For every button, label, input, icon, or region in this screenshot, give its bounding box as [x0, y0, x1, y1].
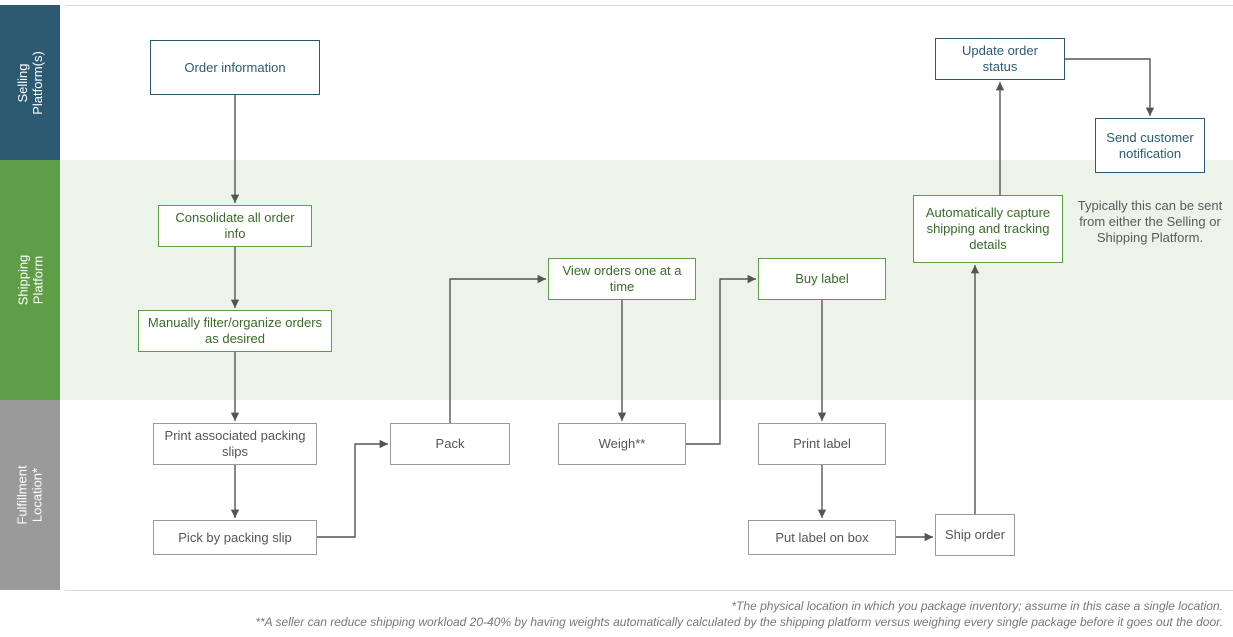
box-buy-label: Buy label: [758, 258, 886, 300]
lane-label-shipping: ShippingPlatform: [0, 160, 60, 400]
box-ship: Ship order: [935, 514, 1015, 556]
box-update: Update order status: [935, 38, 1065, 80]
box-notify: Send customer notification: [1095, 118, 1205, 173]
lane-label-selling-text: SellingPlatform(s): [15, 51, 45, 115]
footnotes: *The physical location in which you pack…: [255, 598, 1223, 630]
flow-diagram: SellingPlatform(s) ShippingPlatform Fulf…: [0, 0, 1233, 637]
box-pack: Pack: [390, 423, 510, 465]
lane-label-selling: SellingPlatform(s): [0, 5, 60, 160]
bottom-rule: [65, 590, 1233, 591]
box-weigh: Weigh**: [558, 423, 686, 465]
box-pick: Pick by packing slip: [153, 520, 317, 555]
lane-label-shipping-text: ShippingPlatform: [15, 255, 45, 306]
note-notify: Typically this can be sent from either t…: [1075, 198, 1225, 246]
box-consolidate: Consolidate all order info: [158, 205, 312, 247]
box-view-orders: View orders one at a time: [548, 258, 696, 300]
lane-label-fulfillment: FulfillmentLocation*: [0, 400, 60, 590]
box-put-label: Put label on box: [748, 520, 896, 555]
box-print-slips: Print associated packing slips: [153, 423, 317, 465]
box-filter: Manually filter/organize orders as desir…: [138, 310, 332, 352]
footnote-b: **A seller can reduce shipping workload …: [255, 614, 1223, 630]
box-print-label: Print label: [758, 423, 886, 465]
lane-label-fulfillment-text: FulfillmentLocation*: [15, 465, 45, 524]
box-order-info: Order information: [150, 40, 320, 95]
footnote-a: *The physical location in which you pack…: [255, 598, 1223, 614]
box-capture: Automatically capture shipping and track…: [913, 195, 1063, 263]
